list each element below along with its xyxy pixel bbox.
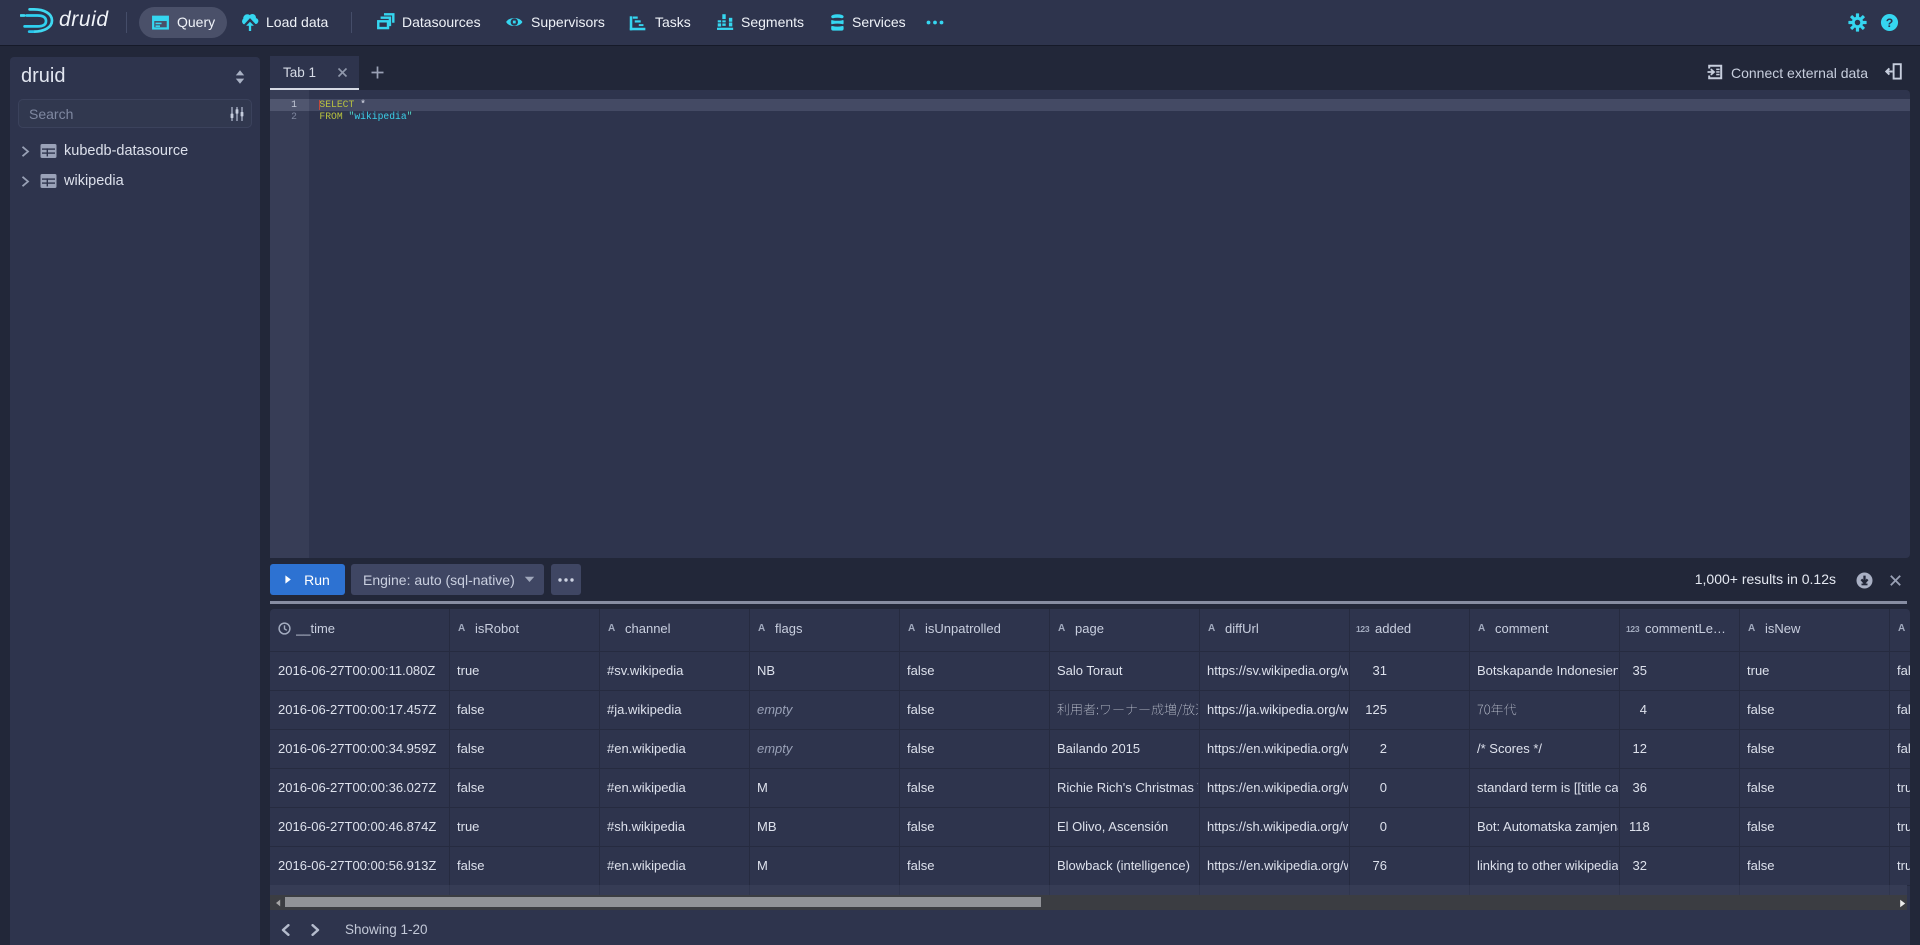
svg-text:?: ? (1886, 16, 1894, 30)
